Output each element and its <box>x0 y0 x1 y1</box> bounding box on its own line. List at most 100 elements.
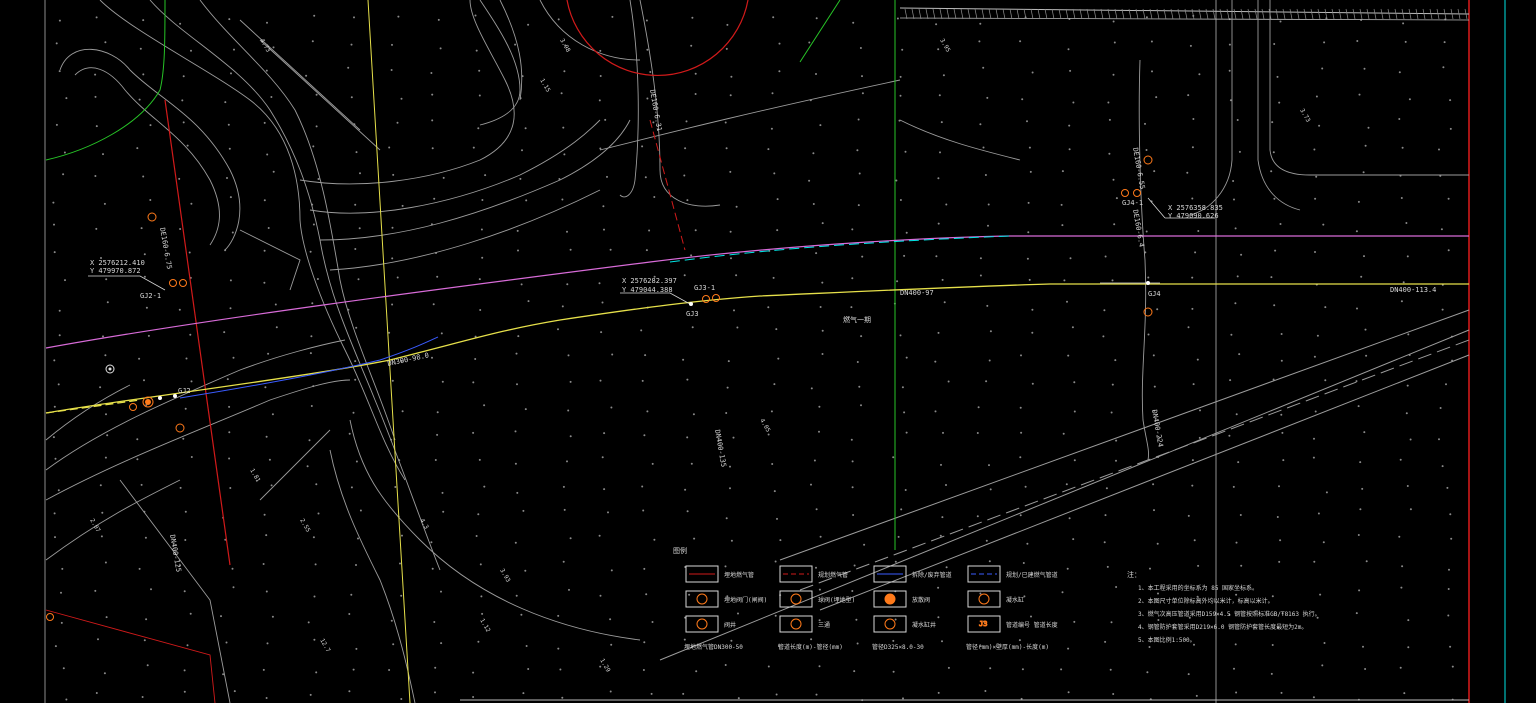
survey-dot <box>1068 124 1071 127</box>
survey-dot <box>737 612 739 615</box>
survey-dot <box>896 280 899 283</box>
survey-dot <box>979 592 982 595</box>
survey-dot <box>520 283 523 286</box>
survey-dot <box>478 69 481 72</box>
survey-dot <box>1234 302 1237 305</box>
survey-dot <box>350 43 353 46</box>
survey-dot <box>644 176 647 179</box>
survey-dot <box>101 511 104 514</box>
survey-dot <box>609 618 612 621</box>
survey-dot <box>892 670 895 673</box>
survey-dot <box>1228 43 1231 46</box>
survey-dot <box>730 75 733 78</box>
survey-dot <box>694 93 697 95</box>
survey-dot <box>695 670 698 673</box>
survey-dot <box>480 228 483 231</box>
survey-dot <box>860 335 863 338</box>
survey-dot <box>557 328 559 331</box>
survey-dot <box>263 121 266 124</box>
survey-dot <box>517 335 520 338</box>
survey-dot <box>649 71 652 73</box>
survey-dot <box>684 147 687 150</box>
survey-dot <box>1321 664 1324 667</box>
gj2-y-coord: Y 479970.872 <box>90 267 141 275</box>
survey-dot <box>818 588 821 591</box>
survey-dot <box>58 309 61 312</box>
survey-dot <box>477 640 480 643</box>
survey-dot <box>642 669 645 671</box>
survey-dot <box>1103 541 1106 544</box>
survey-dot <box>860 404 862 407</box>
survey-dot <box>401 204 404 207</box>
survey-dot <box>391 257 394 260</box>
survey-dot <box>653 196 656 198</box>
survey-dot <box>901 48 904 51</box>
survey-dot <box>391 379 394 382</box>
survey-dot <box>601 301 604 304</box>
survey-dot <box>266 21 268 24</box>
cad-drawing-canvas[interactable]: X 2576212.410 Y 479970.872 X 2576282.397… <box>0 0 1536 703</box>
survey-dot <box>441 380 444 383</box>
survey-dot <box>472 671 475 674</box>
survey-dot <box>142 73 145 76</box>
survey-dot <box>396 121 399 124</box>
survey-dot <box>1071 326 1074 329</box>
survey-dot <box>897 535 900 538</box>
survey-dot <box>900 508 903 511</box>
survey-dot <box>1407 333 1410 336</box>
survey-dot <box>599 75 602 77</box>
survey-dot <box>1066 567 1069 570</box>
survey-dot <box>430 541 433 544</box>
survey-dot <box>350 593 353 596</box>
survey-dot <box>53 359 56 362</box>
survey-dot <box>228 431 231 434</box>
survey-dot <box>267 352 270 355</box>
survey-dot <box>136 147 139 150</box>
survey-dot <box>399 562 401 565</box>
survey-dot <box>392 173 395 176</box>
survey-dot <box>729 94 732 97</box>
survey-dot <box>312 536 315 539</box>
survey-dot <box>183 669 186 672</box>
notes-title: 注： <box>1127 570 1141 579</box>
survey-dot <box>1447 197 1450 200</box>
survey-dot <box>686 436 689 439</box>
note-item: 3、燃气次高压管道采用D159×4.5 钢管按照标准GB/T8163 执行。 <box>1138 610 1321 618</box>
survey-dot <box>61 567 64 570</box>
survey-dot <box>642 509 645 512</box>
survey-dot <box>691 16 694 19</box>
survey-dot <box>1449 645 1452 648</box>
survey-dot <box>1019 406 1022 409</box>
survey-dot <box>149 124 152 127</box>
survey-dot <box>232 586 235 589</box>
survey-dot <box>1028 278 1031 281</box>
survey-dot <box>182 437 185 440</box>
survey-dot <box>1402 281 1405 284</box>
survey-dot <box>311 302 314 305</box>
survey-dot <box>858 172 861 175</box>
survey-dot <box>313 638 316 641</box>
survey-dot <box>1187 94 1190 97</box>
survey-dot <box>771 463 774 465</box>
survey-dot <box>478 458 481 461</box>
survey-dot <box>813 459 816 462</box>
survey-dot <box>400 698 403 700</box>
survey-dot <box>1406 255 1409 258</box>
survey-dot <box>945 484 947 486</box>
legend-item-label: 埋地阀门(闸阀) <box>724 596 767 604</box>
survey-dot <box>776 198 779 201</box>
survey-dot <box>312 223 315 226</box>
survey-dot <box>815 73 817 75</box>
survey-dot <box>1409 438 1412 441</box>
survey-dot <box>1027 231 1030 234</box>
survey-dot <box>569 435 572 438</box>
survey-dot <box>181 99 184 102</box>
survey-dot <box>1280 413 1283 416</box>
survey-dot <box>1276 516 1279 518</box>
survey-dot <box>431 119 434 122</box>
survey-dot <box>1102 335 1105 338</box>
survey-dot <box>53 251 56 254</box>
survey-dot <box>934 410 937 413</box>
survey-dot <box>937 48 940 51</box>
survey-dot <box>1281 431 1284 434</box>
